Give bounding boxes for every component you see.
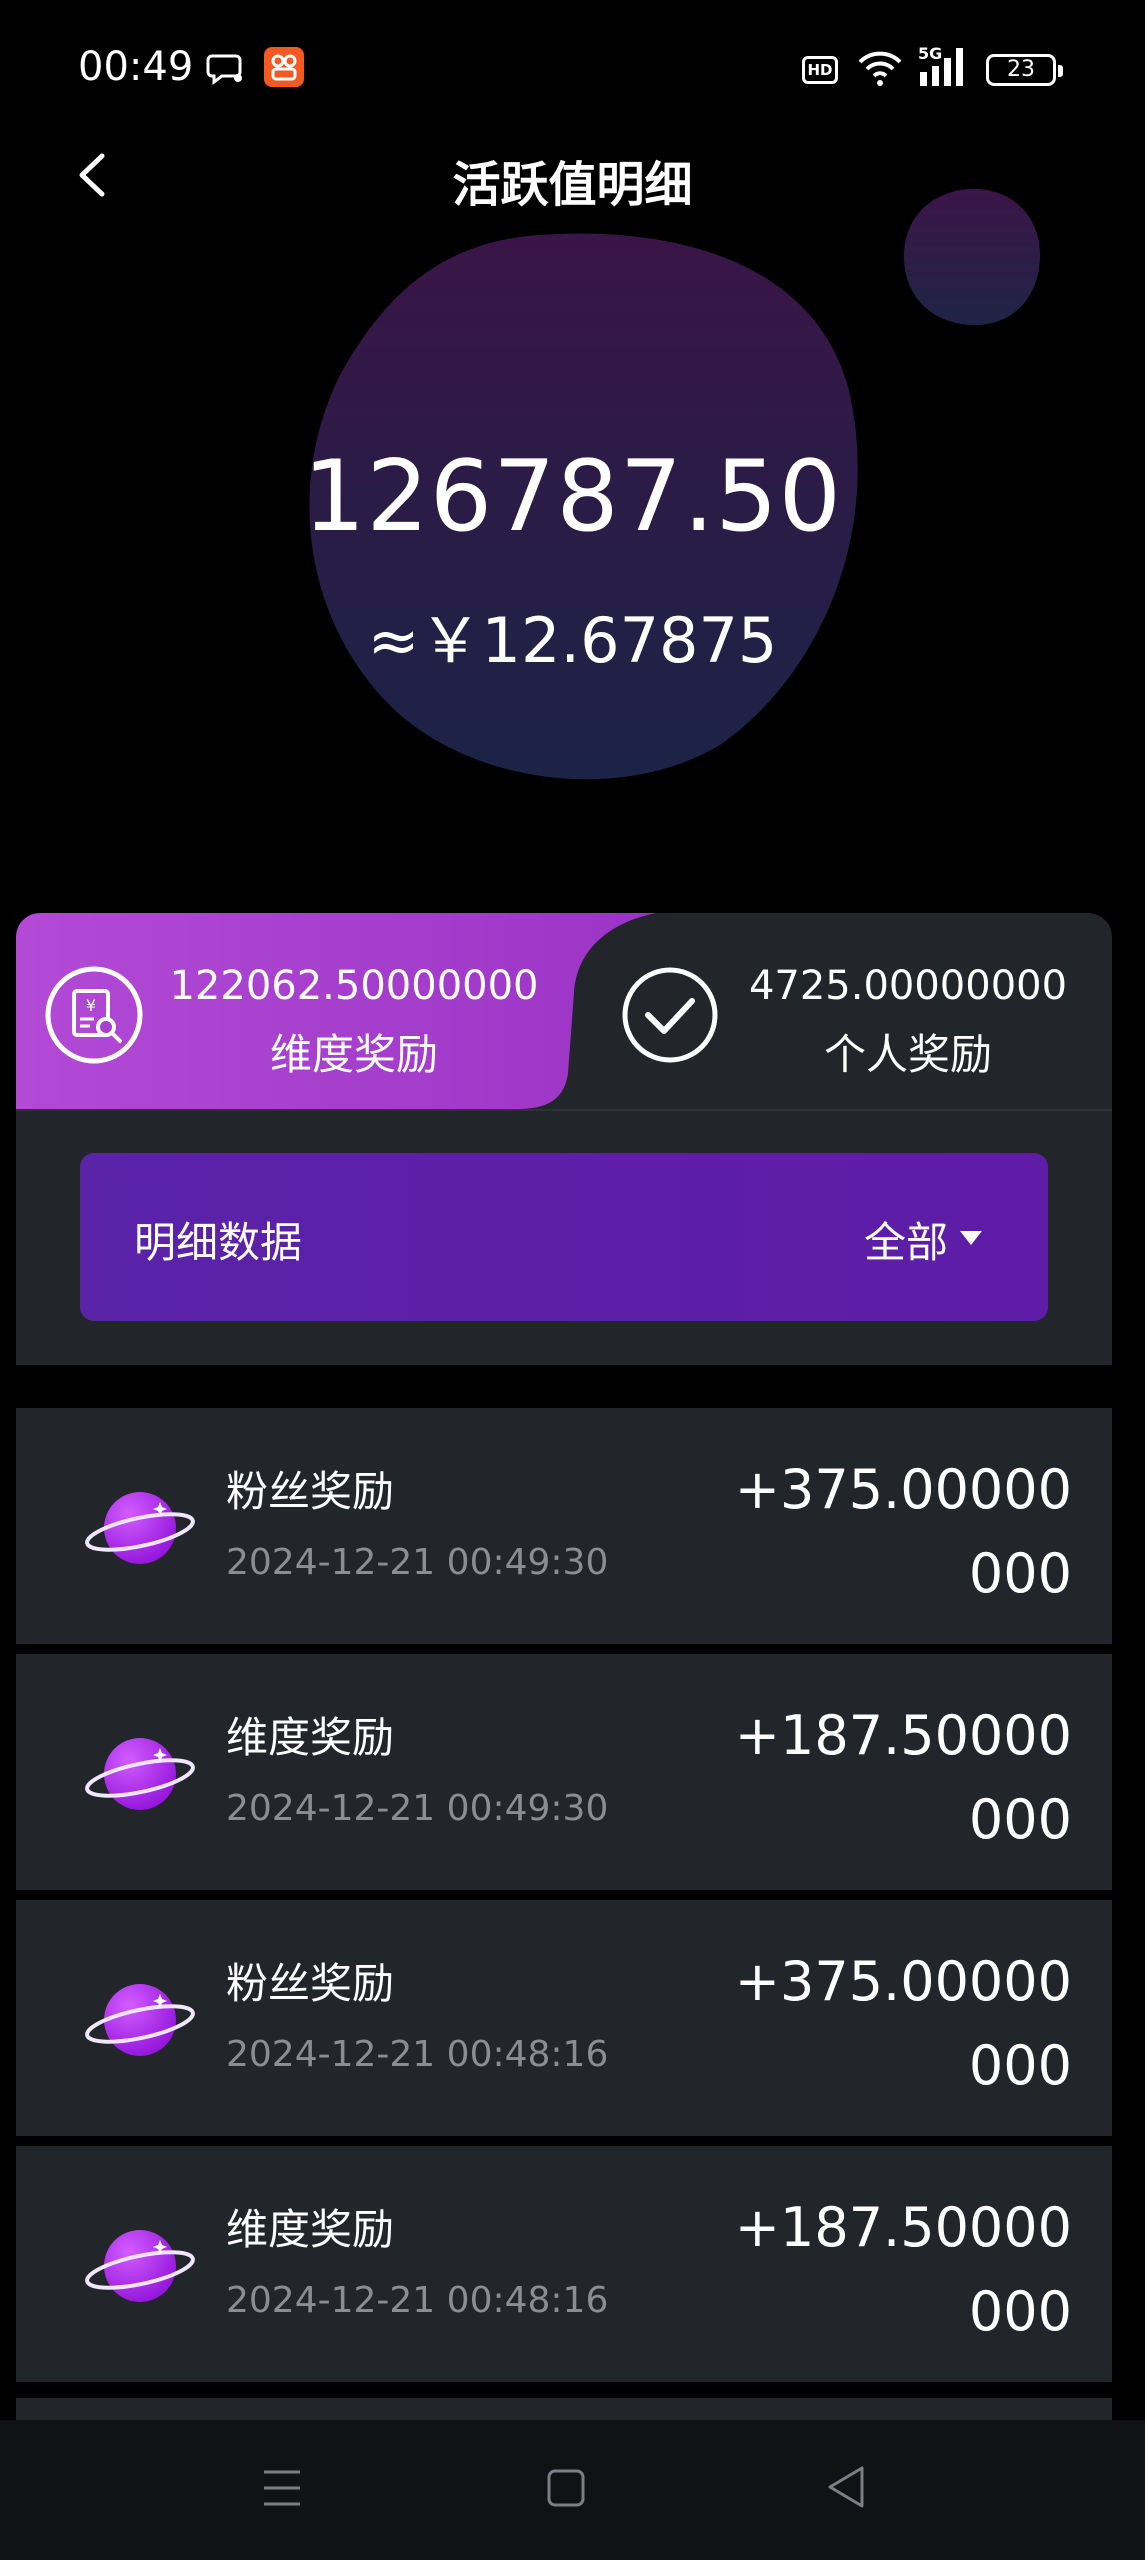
back-triangle-icon[interactable] [826,2464,866,2510]
personal-reward-value: 4725.00000000 [748,963,1068,1009]
signal-icon [920,48,963,86]
planet-icon [85,1738,195,1810]
caret-down-icon[interactable] [960,1231,982,1245]
dimension-reward-value: 122062.50000000 [169,963,539,1009]
battery-icon: 23 [986,54,1063,86]
total-active-value: 126787.50 [303,440,842,554]
decor-blob-small [903,188,1040,325]
hd-badge: HD [802,56,838,84]
planet-icon [85,1492,195,1564]
record-amount: +375.00000000 [734,1950,1072,2097]
detail-filter-bar[interactable]: 明细数据 全部 [80,1153,1048,1321]
receipt-search-icon: ¥ [45,966,143,1064]
system-nav-bar [0,2420,1145,2560]
record-title: 维度奖励 [226,2205,395,2254]
svg-text:¥: ¥ [86,996,96,1015]
planet-icon [85,2230,195,2302]
record-title: 粉丝奖励 [226,1467,395,1516]
check-circle-icon [622,967,718,1063]
list-item[interactable]: 维度奖励 2024-12-21 00:48:16 +187.50000000 [16,2146,1112,2382]
chat-bubble-icon [206,54,242,85]
planet-icon [85,1984,195,2056]
record-amount: +187.50000000 [734,2196,1072,2343]
list-item[interactable]: 粉丝奖励 2024-12-21 00:48:16 +375.00000000 [16,1900,1112,2136]
dimension-reward-label: 维度奖励 [269,1030,438,1079]
record-time: 2024-12-21 00:49:30 [226,1542,609,1583]
divider [16,1109,1112,1111]
status-bar: 00:49 HD 5G 23 [0,0,1145,140]
app-notification-icon [264,47,304,87]
reward-panel: ¥ 122062.50000000 维度奖励 4725.00000000 个人奖… [16,913,1112,1365]
record-time: 2024-12-21 00:48:16 [226,2280,609,2321]
record-time: 2024-12-21 00:48:16 [226,2034,609,2075]
record-amount: +187.50000000 [734,1704,1072,1851]
list-item[interactable]: 粉丝奖励 2024-12-21 00:49:30 +375.00000000 [16,1408,1112,1644]
filter-label: 明细数据 [134,1218,303,1267]
records-list: 粉丝奖励 2024-12-21 00:49:30 +375.00000000 维… [16,1408,1112,2392]
list-item[interactable]: 维度奖励 2024-12-21 00:49:30 +187.50000000 [16,1654,1112,1890]
record-title: 粉丝奖励 [226,1959,395,2008]
record-amount: +375.00000000 [734,1458,1072,1605]
filter-dropdown[interactable]: 全部 [864,1209,948,1270]
record-time: 2024-12-21 00:49:30 [226,1788,609,1829]
record-title: 维度奖励 [226,1713,395,1762]
status-time: 00:49 [78,44,194,90]
cny-equivalent: ≈￥12.67875 [367,604,778,677]
wifi-icon [858,51,902,86]
personal-reward-label: 个人奖励 [823,1030,992,1079]
home-icon[interactable] [546,2466,586,2510]
menu-icon[interactable] [262,2466,302,2510]
